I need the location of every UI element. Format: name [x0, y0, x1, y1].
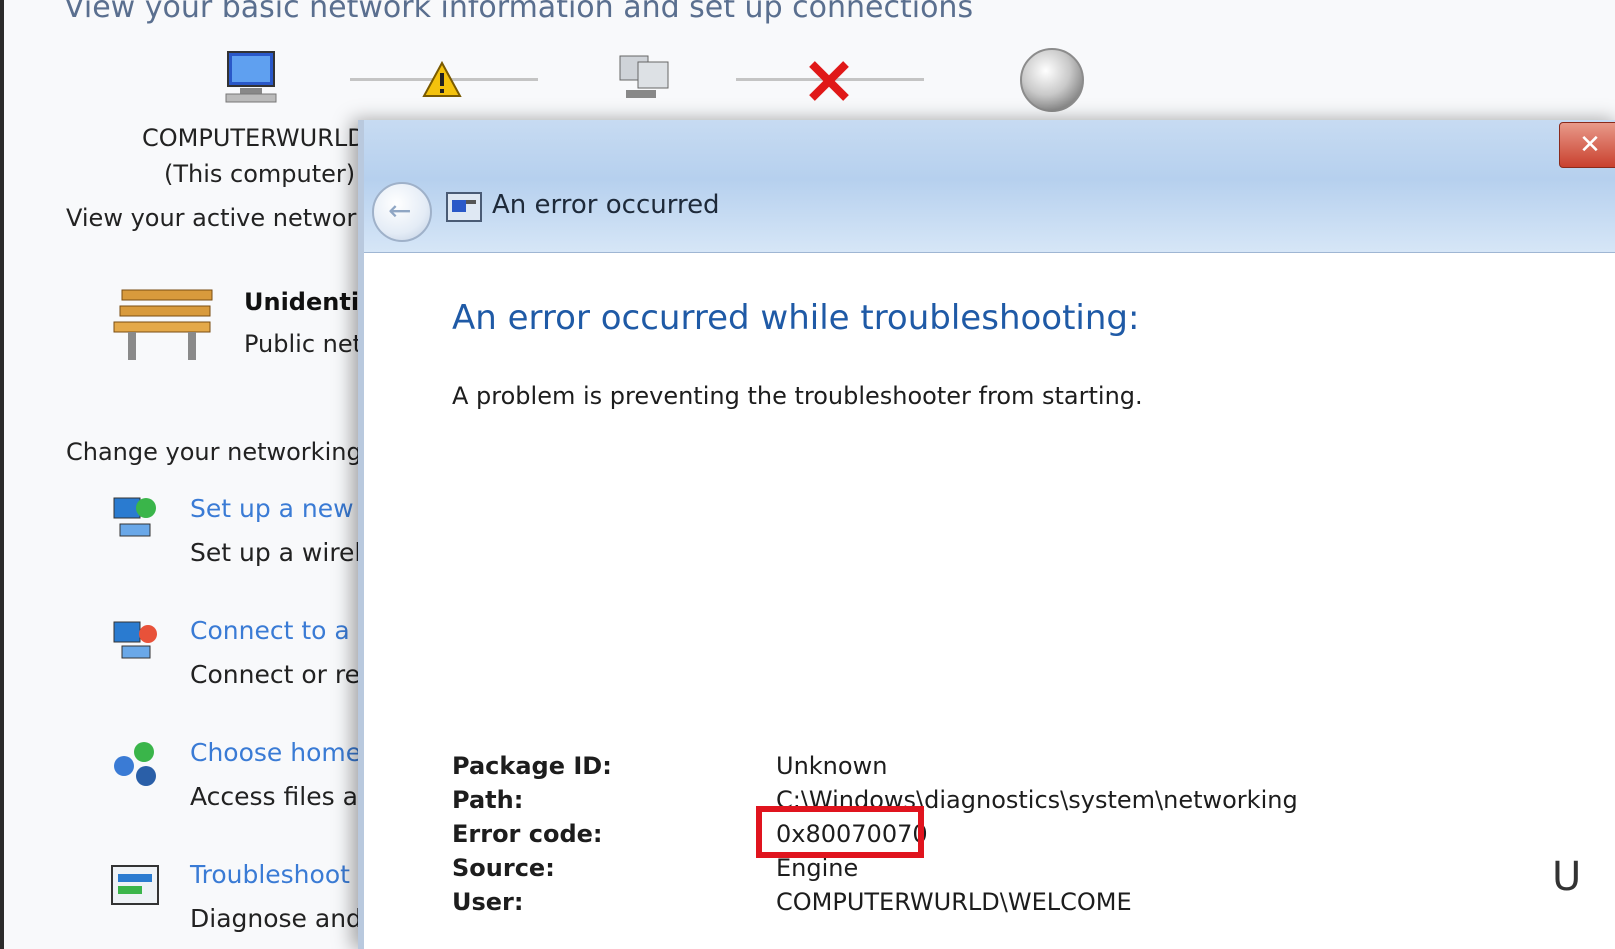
- disconnected-x-icon[interactable]: [804, 58, 854, 104]
- back-button[interactable]: ←: [372, 182, 432, 242]
- source-label: Source:: [452, 854, 555, 882]
- edge-text-fragment: U: [1552, 854, 1582, 900]
- homegroup-icon: [114, 742, 156, 786]
- public-network-bench-icon: [113, 289, 213, 360]
- error-code-highlight-box: [756, 806, 924, 858]
- computer-subtitle: (This computer): [164, 160, 356, 188]
- troubleshoot-icon: [111, 865, 159, 905]
- path-label: Path:: [452, 786, 524, 814]
- new-connection-icon: [113, 497, 156, 537]
- error-dialog: ✕ ← An error occurred An error occurred …: [358, 120, 1615, 949]
- warning-icon[interactable]: [422, 60, 462, 100]
- back-arrow-icon: ←: [388, 194, 412, 227]
- error-message: A problem is preventing the troubleshoot…: [452, 382, 1143, 410]
- computer-name: COMPUTERWURLD: [142, 124, 366, 152]
- error-heading: An error occurred while troubleshooting:: [452, 298, 1140, 338]
- package-id-label: Package ID:: [452, 752, 612, 780]
- troubleshooter-window-icon: [446, 192, 482, 222]
- page-header: View your basic network information and …: [64, 0, 974, 25]
- error-code-label: Error code:: [452, 820, 603, 848]
- computer-icon[interactable]: [218, 48, 284, 108]
- close-button[interactable]: ✕: [1559, 122, 1615, 168]
- active-networks-label: View your active networks: [66, 204, 383, 232]
- internet-globe-icon[interactable]: [1018, 46, 1086, 114]
- connect-network-icon: [113, 621, 157, 659]
- dialog-titlebar: ✕ ← An error occurred: [364, 120, 1615, 253]
- source-value: Engine: [776, 854, 859, 882]
- package-id-value: Unknown: [776, 752, 888, 780]
- network-device-icon[interactable]: [612, 50, 676, 110]
- user-label: User:: [452, 888, 524, 916]
- dialog-title: An error occurred: [492, 190, 720, 220]
- user-value: COMPUTERWURLD\WELCOME: [776, 888, 1132, 916]
